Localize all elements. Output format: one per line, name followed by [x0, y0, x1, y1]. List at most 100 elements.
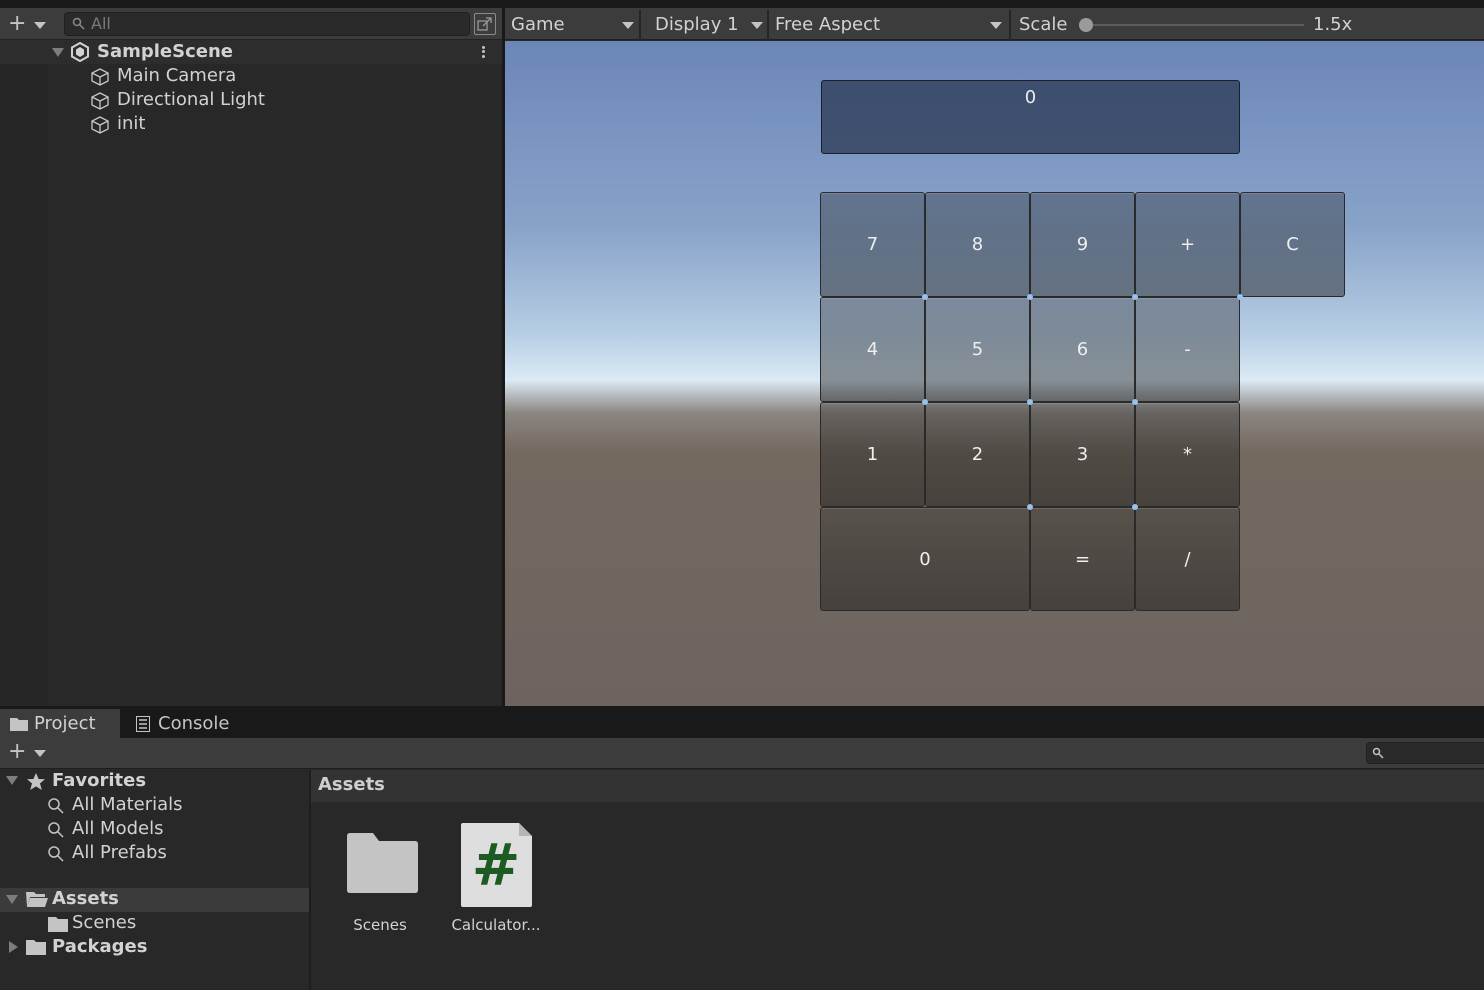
- open-folder-icon: [26, 892, 48, 907]
- calc-button-clear[interactable]: C: [1240, 192, 1345, 297]
- calc-button-7[interactable]: 7: [820, 192, 925, 297]
- display-mode-dropdown[interactable]: Game: [505, 10, 639, 40]
- selection-handle[interactable]: [1132, 294, 1138, 300]
- scale-slider-track[interactable]: [1086, 24, 1304, 26]
- cube-icon: [91, 92, 109, 110]
- hierarchy-item-init[interactable]: init: [90, 113, 490, 137]
- display-dropdown[interactable]: Display 1: [649, 10, 767, 40]
- asset-scenes-folder[interactable]: Scenes: [325, 826, 435, 936]
- calc-button-equals[interactable]: =: [1030, 507, 1135, 611]
- scale-slider-thumb[interactable]: [1079, 18, 1093, 32]
- selection-handle[interactable]: [1132, 399, 1138, 405]
- display-value: Display 1: [655, 14, 739, 35]
- selection-handle[interactable]: [1027, 399, 1033, 405]
- unity-scene-icon: [71, 42, 89, 62]
- tab-console[interactable]: Console: [124, 709, 254, 738]
- scale-value: 1.5x: [1313, 14, 1353, 35]
- hierarchy-item-label: Directional Light: [117, 89, 265, 110]
- selection-handle[interactable]: [922, 294, 928, 300]
- game-viewport[interactable]: 0 7 8 9 + C 4 5 6 - 1 2 3 * 0 = /: [505, 41, 1484, 706]
- cube-icon: [91, 68, 109, 86]
- favorites-item-all-models[interactable]: All Models: [46, 818, 306, 842]
- expand-triangle-icon[interactable]: [6, 776, 18, 785]
- favorites-item-all-prefabs[interactable]: All Prefabs: [46, 842, 306, 866]
- asset-label: Scenes: [353, 916, 407, 934]
- project-add-button[interactable]: +: [8, 740, 48, 766]
- favorites-item-label: All Prefabs: [72, 842, 167, 863]
- search-icon: [48, 846, 64, 862]
- calc-button-plus[interactable]: +: [1135, 192, 1240, 297]
- asset-label: Calculator...: [451, 916, 541, 934]
- tab-project-label: Project: [34, 713, 96, 734]
- tree-item-assets-label: Assets: [52, 888, 119, 909]
- calc-button-0[interactable]: 0: [820, 507, 1030, 611]
- hierarchy-item-main-camera[interactable]: Main Camera: [90, 65, 490, 89]
- calc-button-8[interactable]: 8: [925, 192, 1030, 297]
- aspect-dropdown[interactable]: Free Aspect: [769, 10, 1007, 40]
- hierarchy-item-label: init: [117, 113, 146, 134]
- expand-triangle-icon[interactable]: [6, 895, 18, 904]
- scale-label: Scale: [1019, 14, 1068, 35]
- chevron-down-icon: [751, 22, 763, 29]
- chevron-down-icon: [622, 22, 634, 29]
- scene-name: SampleScene: [97, 41, 233, 62]
- plus-icon: +: [8, 739, 27, 764]
- search-icon: [48, 822, 64, 838]
- asset-calculator-script[interactable]: # Calculator...: [441, 820, 551, 936]
- tab-project[interactable]: Project: [0, 709, 120, 738]
- calc-button-divide[interactable]: /: [1135, 507, 1240, 611]
- hierarchy-gutter: [0, 64, 48, 706]
- hierarchy-item-label: Main Camera: [117, 65, 237, 86]
- selection-handle[interactable]: [1027, 504, 1033, 510]
- plus-icon: +: [8, 11, 27, 36]
- selection-handle[interactable]: [1027, 294, 1033, 300]
- expand-triangle-icon[interactable]: [9, 941, 18, 953]
- folder-icon: [48, 917, 68, 932]
- toolbar-separator: [1009, 10, 1011, 40]
- folder-icon: [347, 833, 418, 893]
- hierarchy-tab-strip: [0, 0, 502, 8]
- expand-triangle-icon[interactable]: [52, 48, 64, 57]
- tab-console-label: Console: [158, 713, 230, 734]
- search-icon: [72, 17, 85, 30]
- calc-button-5[interactable]: 5: [925, 297, 1030, 402]
- calc-button-6[interactable]: 6: [1030, 297, 1135, 402]
- project-toolbar: [0, 738, 1484, 769]
- calc-button-9[interactable]: 9: [1030, 192, 1135, 297]
- chevron-down-icon: [34, 750, 46, 757]
- calc-button-1[interactable]: 1: [820, 402, 925, 507]
- calc-button-2[interactable]: 2: [925, 402, 1030, 507]
- calc-button-4[interactable]: 4: [820, 297, 925, 402]
- favorites-label: Favorites: [52, 770, 147, 791]
- game-tab-strip: [505, 0, 1484, 8]
- selection-handle[interactable]: [1132, 504, 1138, 510]
- selection-handle[interactable]: [922, 399, 928, 405]
- star-icon: [27, 773, 45, 790]
- calc-button-minus[interactable]: -: [1135, 297, 1240, 402]
- hierarchy-add-button[interactable]: +: [8, 12, 48, 38]
- search-icon: [1372, 747, 1384, 759]
- console-icon: [136, 716, 150, 732]
- kebab-menu-icon[interactable]: [478, 44, 488, 62]
- assets-breadcrumb[interactable]: Assets: [318, 773, 385, 797]
- hierarchy-search-input[interactable]: All: [64, 12, 470, 36]
- display-mode-value: Game: [511, 14, 565, 35]
- calculator-display: 0: [821, 80, 1240, 154]
- cube-icon: [91, 116, 109, 134]
- folder-icon: [26, 940, 46, 955]
- assets-breadcrumb-bar: [311, 770, 1484, 802]
- favorites-item-label: All Models: [72, 818, 164, 839]
- tree-item-packages[interactable]: Packages: [52, 936, 147, 958]
- calc-button-multiply[interactable]: *: [1135, 402, 1240, 507]
- favorites-item-all-materials[interactable]: All Materials: [46, 794, 306, 818]
- tree-item-scenes[interactable]: Scenes: [46, 912, 306, 936]
- maximize-icon[interactable]: [474, 13, 496, 35]
- chevron-down-icon: [990, 22, 1002, 29]
- csharp-glyph: #: [471, 831, 521, 899]
- selection-handle[interactable]: [1237, 294, 1243, 300]
- hierarchy-item-directional-light[interactable]: Directional Light: [90, 89, 490, 113]
- calc-button-3[interactable]: 3: [1030, 402, 1135, 507]
- folder-icon: [10, 718, 28, 731]
- chevron-down-icon: [34, 22, 46, 29]
- aspect-value: Free Aspect: [775, 14, 881, 35]
